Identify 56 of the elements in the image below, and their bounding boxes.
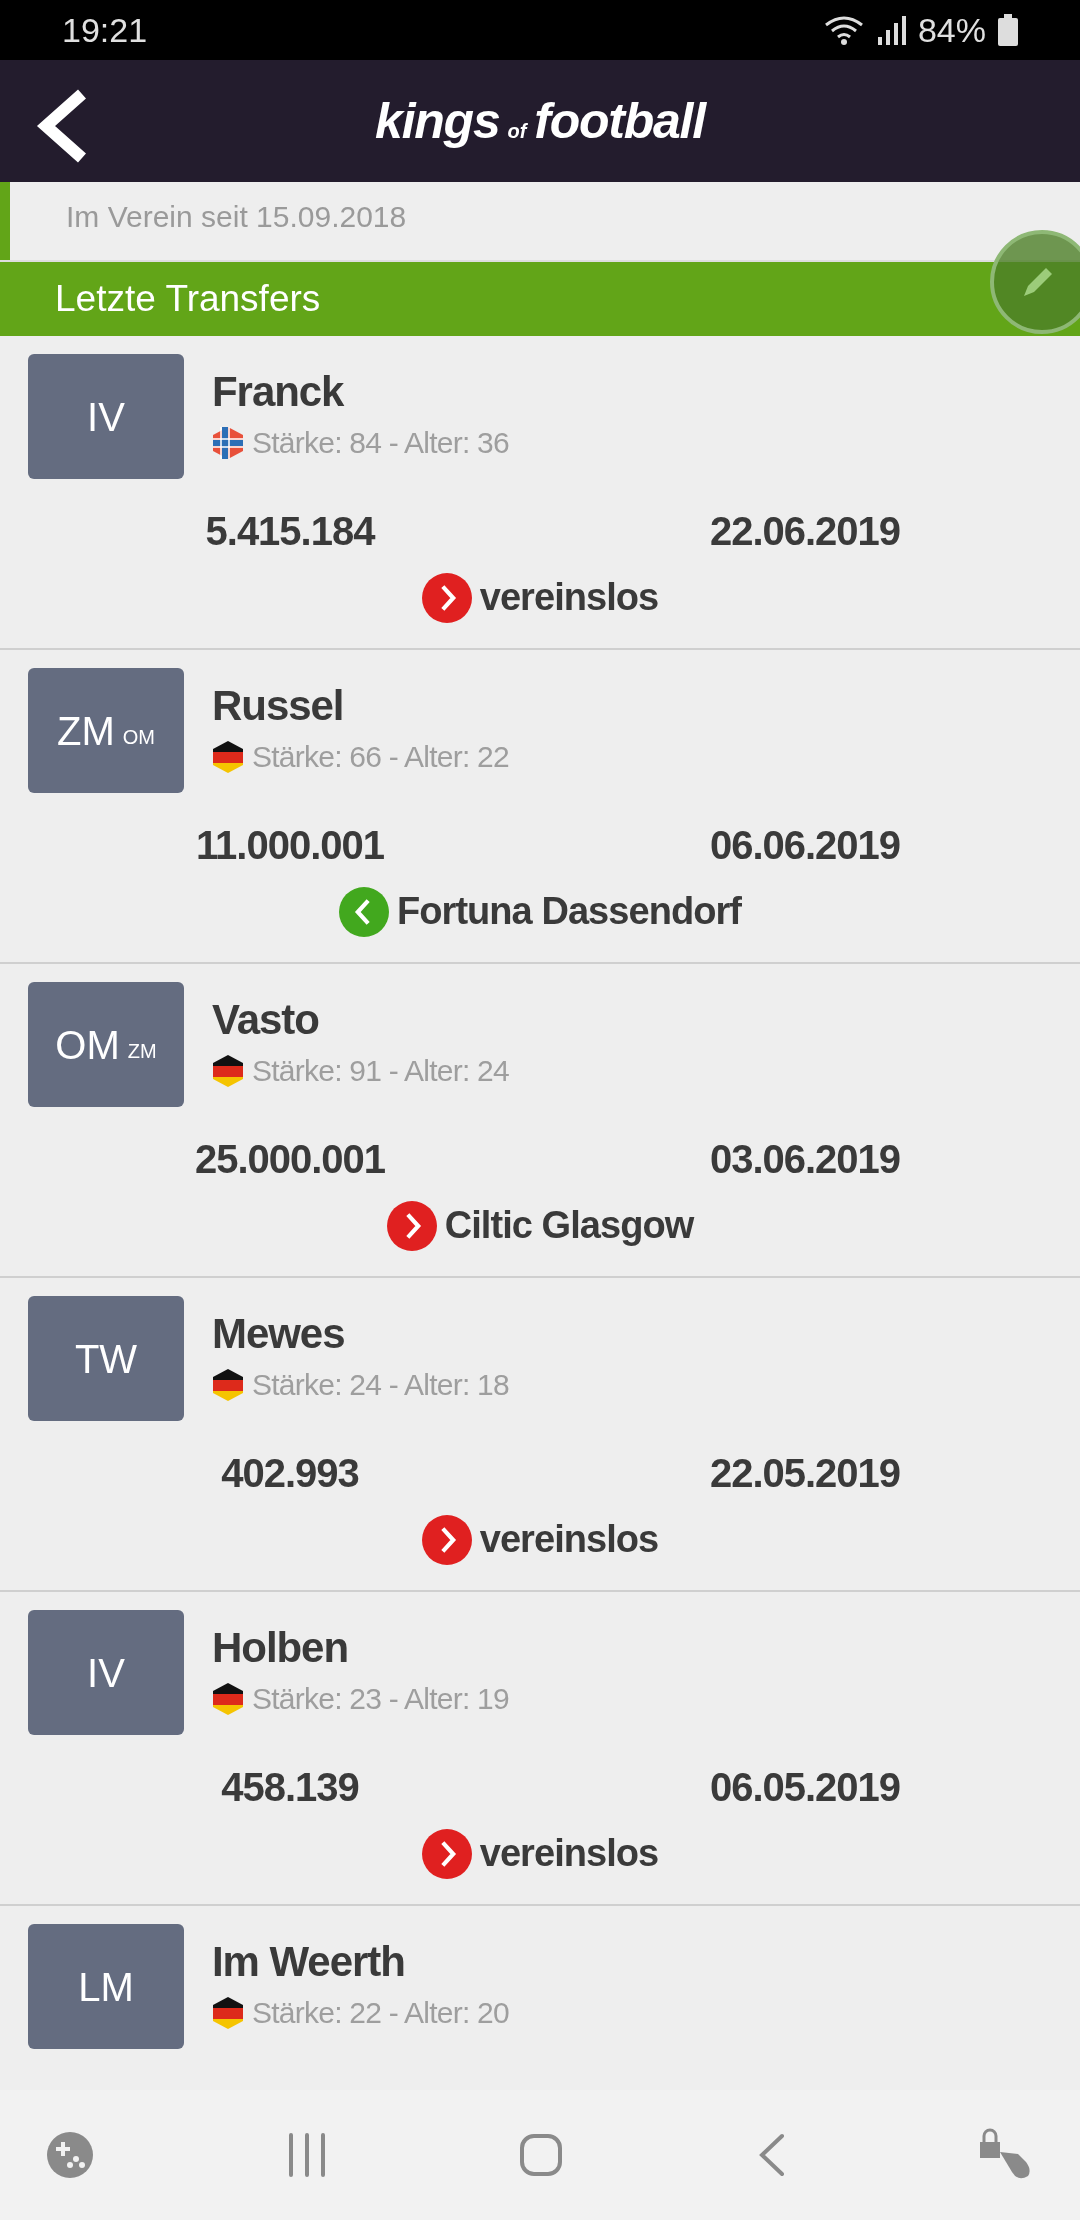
- player-stats: Stärke: 91 - Alter: 24: [252, 1053, 509, 1089]
- player-name: Vasto: [212, 995, 320, 1045]
- position-badge: ZM OM: [28, 668, 184, 793]
- transfer-date: 22.06.2019: [709, 509, 901, 553]
- home-icon[interactable]: [519, 2133, 563, 2177]
- member-since: Im Verein seit 15.09.2018: [66, 198, 407, 235]
- transfer-date: 22.05.2019: [709, 1451, 901, 1495]
- club-name: Fortuna Dassendorf: [397, 889, 741, 934]
- transfer-fee: 25.000.001: [194, 1137, 386, 1181]
- player-name: Russel: [212, 681, 345, 731]
- arrow-right-icon: [421, 1828, 472, 1879]
- player-name: Holben: [212, 1623, 350, 1673]
- transfer-fee: 11.000.001: [196, 823, 384, 867]
- club-name: vereinslos: [479, 1517, 659, 1562]
- arrow-right-icon: [386, 1200, 437, 1251]
- player-stats: Stärke: 23 - Alter: 19: [252, 1681, 509, 1717]
- flag-icon: [212, 739, 244, 774]
- club-name: vereinslos: [479, 1831, 659, 1876]
- position-badge: OM ZM: [28, 982, 184, 1107]
- section-title: Letzte Transfers: [55, 277, 321, 322]
- player-stats: Stärke: 66 - Alter: 22: [252, 739, 509, 775]
- club-name: vereinslos: [479, 575, 659, 620]
- transfer-fee: 5.415.184: [205, 509, 375, 553]
- player-name: Im Weerth: [212, 1937, 406, 1987]
- club-name: Ciltic Glasgow: [444, 1203, 694, 1248]
- transfer-date: 03.06.2019: [709, 1137, 901, 1181]
- position-badge: IV: [28, 354, 184, 479]
- flag-icon: [212, 1995, 244, 2030]
- clock: 19:21: [62, 9, 148, 51]
- player-name: Mewes: [212, 1309, 346, 1359]
- position-badge: IV: [28, 1610, 184, 1735]
- arrow-left-icon: [339, 886, 390, 937]
- arrow-right-icon: [421, 572, 472, 623]
- position-badge: TW: [28, 1296, 184, 1421]
- wifi-icon: [823, 15, 864, 46]
- transfer-date: 06.06.2019: [709, 823, 901, 867]
- recent-apps-icon[interactable]: [286, 2133, 327, 2177]
- battery-icon: [998, 14, 1018, 47]
- player-stats: Stärke: 22 - Alter: 20: [252, 1995, 509, 2031]
- logo: kings of football: [375, 91, 705, 151]
- back-icon[interactable]: [36, 88, 88, 165]
- arrow-right-icon: [421, 1514, 472, 1565]
- game-icon[interactable]: [46, 2131, 94, 2179]
- flag-icon: [212, 1367, 244, 1402]
- transfer-fee: 402.993: [221, 1451, 359, 1495]
- flag-icon: [212, 1681, 244, 1716]
- transfer-date: 06.05.2019: [709, 1765, 901, 1809]
- flag-icon: [212, 1053, 244, 1088]
- position-badge: LM: [28, 1924, 184, 2049]
- player-name: Franck: [212, 367, 345, 417]
- transfer-fee: 458.139: [221, 1765, 359, 1809]
- battery-percent: 84%: [917, 9, 986, 51]
- signal-icon: [875, 15, 906, 46]
- flag-icon: [212, 425, 244, 460]
- player-stats: Stärke: 24 - Alter: 18: [252, 1367, 509, 1403]
- player-stats: Stärke: 84 - Alter: 36: [252, 425, 509, 461]
